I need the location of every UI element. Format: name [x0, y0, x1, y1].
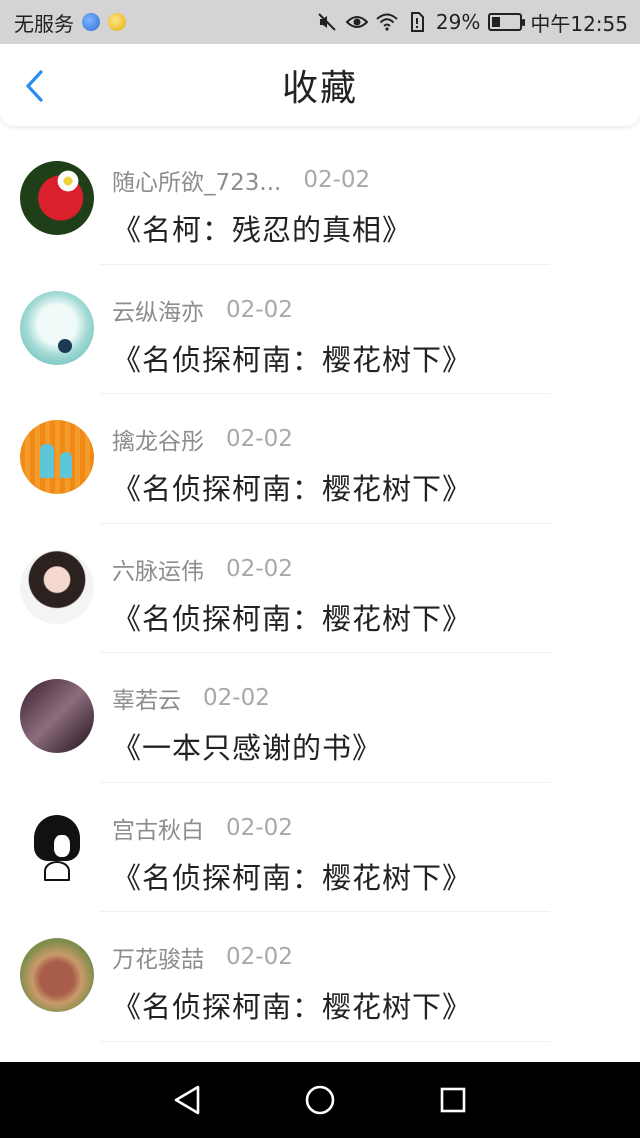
triangle-back-icon	[174, 1085, 199, 1115]
item-title: 《名侦探柯南：樱花树下》	[112, 860, 473, 895]
page-title: 收藏	[281, 68, 358, 109]
avatar	[20, 290, 94, 365]
user-name: 随心所欲_723...	[112, 170, 282, 196]
carrier-text: 无服务	[14, 11, 74, 36]
item-title: 《名侦探柯南：樱花树下》	[112, 472, 473, 506]
user-name: 宫古秋白	[112, 817, 204, 844]
clock: 中午12:55	[530, 11, 628, 36]
date: 02-02	[226, 555, 293, 582]
battery-percent: 29%	[435, 10, 481, 34]
favorites-list: 随心所欲_723... 02-02 《名柯：残忍的真相》 云纵海亦 02-02 《名…	[0, 135, 640, 1042]
user-name: 万花骏喆	[112, 947, 204, 973]
mute-icon	[316, 11, 338, 33]
user-name: 云纵海亦	[112, 299, 204, 326]
user-name: 辜若云	[112, 688, 181, 714]
date: 02-02	[303, 167, 371, 193]
avatar	[20, 549, 94, 624]
list-item[interactable]: 云纵海亦 02-02 《名侦探柯南：樱花树下》	[0, 265, 640, 395]
app-notification-icon	[108, 13, 126, 31]
list-item[interactable]: 万花骏喆 02-02 《名侦探柯南：樱花树下》	[0, 912, 640, 1042]
app-header: 收藏	[0, 44, 640, 126]
system-nav-bar	[0, 1062, 640, 1138]
list-item[interactable]: 宫古秋白 02-02 《名侦探柯南：樱花树下》	[0, 783, 640, 913]
list-item[interactable]: 辜若云 02-02 《一本只感谢的书》	[0, 653, 640, 783]
nav-recents-button[interactable]	[423, 1070, 483, 1130]
avatar	[20, 679, 94, 753]
list-item[interactable]: 随心所欲_723... 02-02 《名柯：残忍的真相》	[0, 135, 640, 265]
item-title: 《名柯：残忍的真相》	[112, 213, 413, 247]
date: 02-02	[203, 685, 270, 711]
user-name: 擒龙谷彤	[112, 429, 204, 455]
wifi-icon	[376, 11, 398, 33]
item-title: 《名侦探柯南：樱花树下》	[112, 601, 473, 636]
date: 02-02	[226, 426, 293, 452]
status-left: 无服务	[14, 8, 126, 37]
square-recents-icon	[441, 1087, 466, 1113]
list-item[interactable]: 擒龙谷彤 02-02 《名侦探柯南：樱花树下》	[0, 394, 640, 524]
avatar	[20, 938, 94, 1012]
status-bar: 无服务 29% 中午12:55	[0, 0, 640, 44]
date: 02-02	[226, 296, 293, 323]
user-name: 六脉运伟	[112, 558, 204, 585]
item-title: 《名侦探柯南：樱花树下》	[112, 342, 473, 377]
date: 02-02	[226, 814, 293, 841]
list-item[interactable]: 六脉运伟 02-02 《名侦探柯南：樱花树下》	[0, 524, 640, 654]
avatar	[20, 161, 94, 235]
sim-alert-icon	[406, 11, 428, 33]
avatar	[20, 808, 94, 883]
browser-icon	[82, 13, 100, 31]
status-right: 29% 中午12:55	[316, 8, 628, 37]
circle-home-icon	[305, 1085, 335, 1115]
nav-back-button[interactable]	[157, 1070, 217, 1130]
battery-icon	[488, 13, 526, 31]
item-title: 《名侦探柯南：樱花树下》	[112, 990, 473, 1024]
date: 02-02	[226, 944, 293, 970]
back-button[interactable]	[16, 68, 52, 104]
avatar	[20, 420, 94, 494]
nav-home-button[interactable]	[290, 1070, 350, 1130]
eye-icon	[345, 11, 368, 33]
item-title: 《一本只感谢的书》	[112, 731, 383, 765]
chevron-left-icon	[26, 70, 43, 102]
